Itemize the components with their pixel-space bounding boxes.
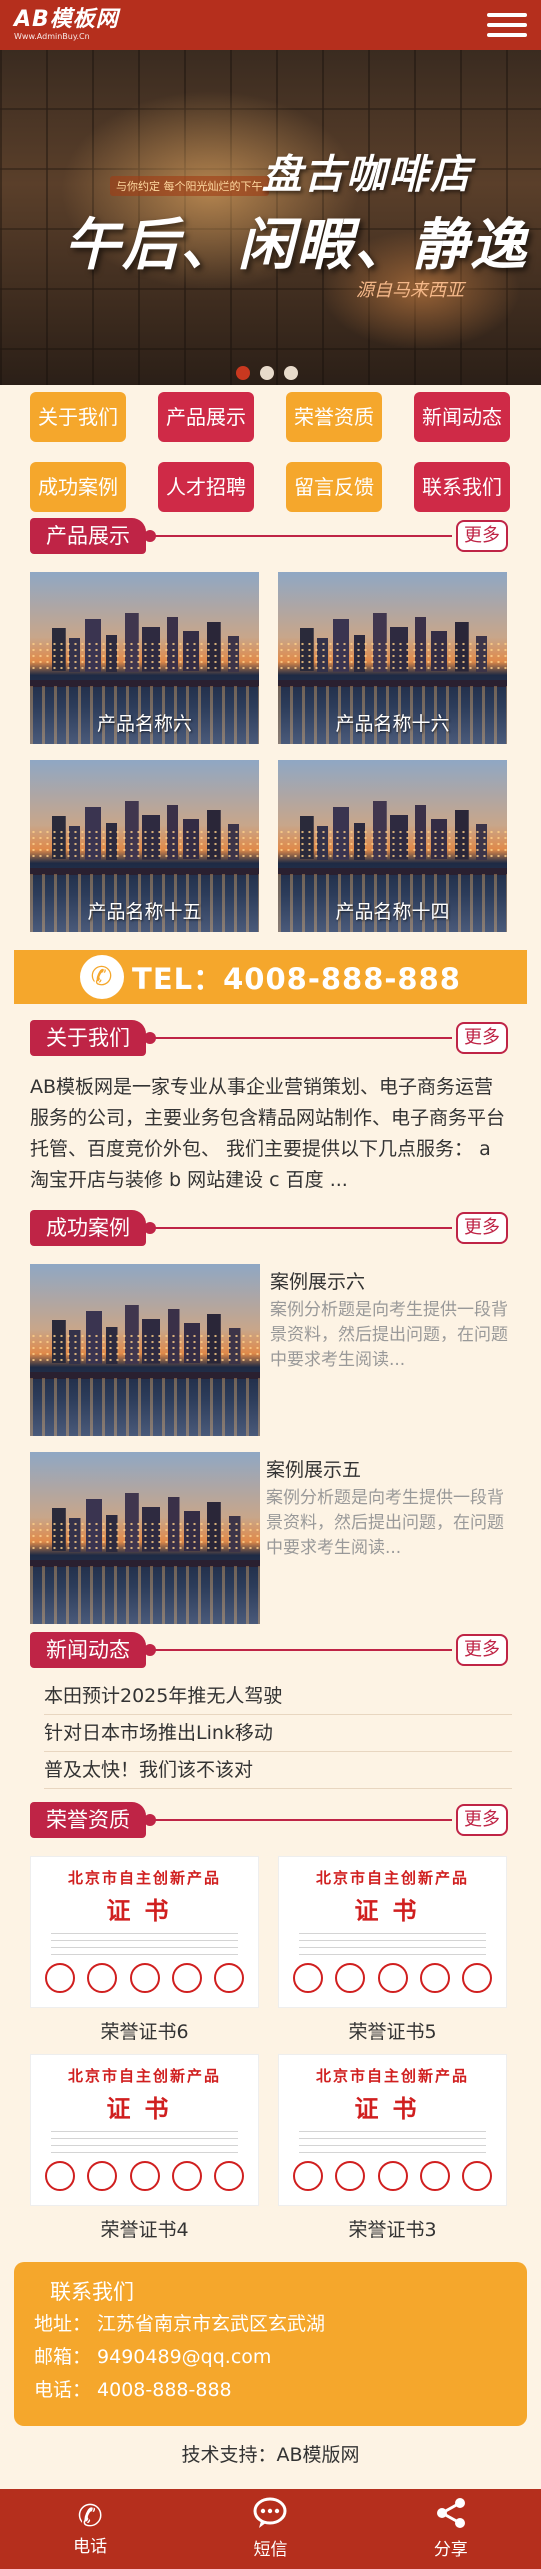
news-item[interactable]: 普及太快！我们该不该对	[44, 1752, 512, 1789]
carousel-dot-3[interactable]	[284, 366, 298, 380]
certificate-title: 证书	[354, 2094, 431, 2123]
more-button[interactable]: 更多	[456, 520, 508, 552]
certificate-image: 北京市自主创新产品 证书	[278, 1856, 507, 2008]
honor-name: 荣誉证书3	[348, 2219, 437, 2241]
sms-button[interactable]: 短信	[180, 2489, 360, 2569]
case-description: 案例分析题是向考生提供一段背景资料，然后提出问题，在问题中要求考生阅读...	[270, 1300, 508, 1370]
honor-card[interactable]: 北京市自主创新产品 证书 荣誉证书6	[30, 1856, 259, 2048]
banner-headline: 午后、闲暇、静逸	[64, 213, 528, 278]
certificate-image: 北京市自主创新产品 证书	[30, 1856, 259, 2008]
nav-jobs[interactable]: 人才招聘	[158, 462, 254, 512]
nav-feedback[interactable]: 留言反馈	[286, 462, 382, 512]
contact-address: 地址： 江苏省南京市玄武区玄武湖	[34, 2313, 326, 2335]
sms-label: 短信	[253, 2539, 288, 2560]
certificate-title: 证书	[106, 2094, 183, 2123]
logo-text: AB模板网	[14, 7, 119, 32]
tel-text: TEL：4008-888-888	[132, 962, 461, 996]
about-section-header: 关于我们 更多	[30, 1020, 508, 1056]
honor-name: 荣誉证书5	[348, 2021, 437, 2043]
news-item[interactable]: 本田预计2025年推无人驾驶	[44, 1678, 512, 1715]
chat-bubble-icon	[253, 2497, 287, 2538]
more-button[interactable]: 更多	[456, 1022, 508, 1054]
more-button[interactable]: 更多	[456, 1804, 508, 1836]
share-button[interactable]: 分享	[361, 2489, 541, 2569]
section-title: 关于我们	[30, 1020, 146, 1056]
bottom-toolbar: ✆ 电话 短信 分享	[0, 2489, 541, 2569]
nav-contact[interactable]: 联系我们	[414, 462, 510, 512]
nav-products[interactable]: 产品展示	[158, 392, 254, 442]
carousel-dots	[236, 366, 298, 380]
top-header: AB模板网 Www.AdminBuy.Cn	[0, 0, 541, 50]
certificate-header: 北京市自主创新产品	[315, 2067, 469, 2085]
honor-card[interactable]: 北京市自主创新产品 证书 荣誉证书5	[278, 1856, 507, 2048]
news-section-header: 新闻动态 更多	[30, 1632, 508, 1668]
honor-card[interactable]: 北京市自主创新产品 证书 荣誉证书3	[278, 2054, 507, 2246]
case-item[interactable]: 案例展示六 案例分析题是向考生提供一段背景资料，然后提出问题，在问题中要求考生阅…	[30, 1264, 512, 1436]
about-text: AB模板网是一家专业从事企业营销策划、电子商务运营服务的公司，主要业务包含精品网…	[30, 1076, 506, 1191]
certificate-title: 证书	[106, 1896, 183, 1925]
news-list: 本田预计2025年推无人驾驶 针对日本市场推出Link移动 普及太快！我们该不该…	[44, 1678, 512, 1789]
certificate-image: 北京市自主创新产品 证书	[30, 2054, 259, 2206]
products-section-header: 产品展示 更多	[30, 518, 508, 554]
share-icon	[435, 2497, 467, 2538]
honors-section-header: 荣誉资质 更多	[30, 1802, 508, 1838]
news-item[interactable]: 针对日本市场推出Link移动	[44, 1715, 512, 1752]
share-label: 分享	[433, 2539, 468, 2560]
contact-email[interactable]: 邮箱： 9490489@qq.com	[34, 2341, 507, 2374]
nav-cases[interactable]: 成功案例	[30, 462, 126, 512]
banner-tagline: 与你约定 每个阳光灿烂的下午	[110, 176, 269, 196]
case-item[interactable]: 案例展示五 案例分析题是向考生提供一段背景资料，然后提出问题，在问题中要求考生阅…	[30, 1452, 512, 1624]
contact-phone[interactable]: 电话： 4008-888-888	[34, 2374, 507, 2407]
section-title: 成功案例	[30, 1210, 146, 1246]
banner-title: 盘古咖啡店	[262, 151, 472, 198]
section-title: 荣誉资质	[30, 1802, 146, 1838]
product-name: 产品名称十四	[335, 901, 450, 923]
case-image	[30, 1452, 260, 1624]
cases-section-header: 成功案例 更多	[30, 1210, 508, 1246]
banner-source: 源自马来西亚	[356, 280, 464, 301]
product-card[interactable]: 产品名称十五	[30, 760, 259, 932]
product-card[interactable]: 产品名称十六	[278, 572, 507, 744]
nav-news[interactable]: 新闻动态	[414, 392, 510, 442]
logo-subtext: Www.AdminBuy.Cn	[14, 32, 90, 41]
product-name: 产品名称六	[96, 713, 192, 735]
tel-banner[interactable]: ✆ TEL：4008-888-888	[14, 950, 527, 1004]
case-title: 案例展示五	[266, 1459, 362, 1481]
product-name: 产品名称十五	[87, 901, 202, 923]
certificate-header: 北京市自主创新产品	[67, 2067, 221, 2085]
phone-icon: ✆	[80, 955, 125, 999]
carousel-dot-2[interactable]	[260, 366, 274, 380]
carousel-dot-1[interactable]	[236, 366, 250, 380]
tech-support: 技术支持：AB模版网	[181, 2444, 360, 2466]
certificate-title: 证书	[354, 1896, 431, 1925]
certificate-header: 北京市自主创新产品	[315, 1869, 469, 1887]
contact-box: 联系我们 地址： 江苏省南京市玄武区玄武湖 邮箱： 9490489@qq.com…	[14, 2262, 527, 2426]
phone-icon: ✆	[77, 2499, 103, 2534]
honor-card[interactable]: 北京市自主创新产品 证书 荣誉证书4	[30, 2054, 259, 2246]
product-card[interactable]: 产品名称十四	[278, 760, 507, 932]
certificate-header: 北京市自主创新产品	[67, 1869, 221, 1887]
nav-honors[interactable]: 荣誉资质	[286, 392, 382, 442]
nav-about[interactable]: 关于我们	[30, 392, 126, 442]
quick-nav: 关于我们 产品展示 荣誉资质 新闻动态 成功案例 人才招聘 留言反馈 联系我们	[30, 392, 512, 512]
case-image	[30, 1264, 260, 1436]
contact-title: 联系我们	[50, 2280, 134, 2304]
case-title: 案例展示六	[270, 1271, 366, 1293]
case-description: 案例分析题是向考生提供一段背景资料，然后提出问题，在问题中要求考生阅读...	[266, 1488, 504, 1558]
product-card[interactable]: 产品名称六	[30, 572, 259, 744]
honor-name: 荣誉证书6	[100, 2021, 189, 2043]
hero-banner[interactable]: 与你约定 每个阳光灿烂的下午 盘古咖啡店 午后、闲暇、静逸 源自马来西亚	[0, 50, 541, 385]
more-button[interactable]: 更多	[456, 1634, 508, 1666]
site-logo[interactable]: AB模板网 Www.AdminBuy.Cn	[14, 8, 119, 42]
call-label: 电话	[73, 2537, 108, 2557]
certificate-image: 北京市自主创新产品 证书	[278, 2054, 507, 2206]
hamburger-icon[interactable]	[487, 9, 527, 41]
section-title: 新闻动态	[30, 1632, 146, 1668]
product-name: 产品名称十六	[335, 713, 450, 735]
section-title: 产品展示	[30, 518, 146, 554]
more-button[interactable]: 更多	[456, 1212, 508, 1244]
call-button[interactable]: ✆ 电话	[0, 2489, 180, 2569]
honor-name: 荣誉证书4	[100, 2219, 189, 2241]
